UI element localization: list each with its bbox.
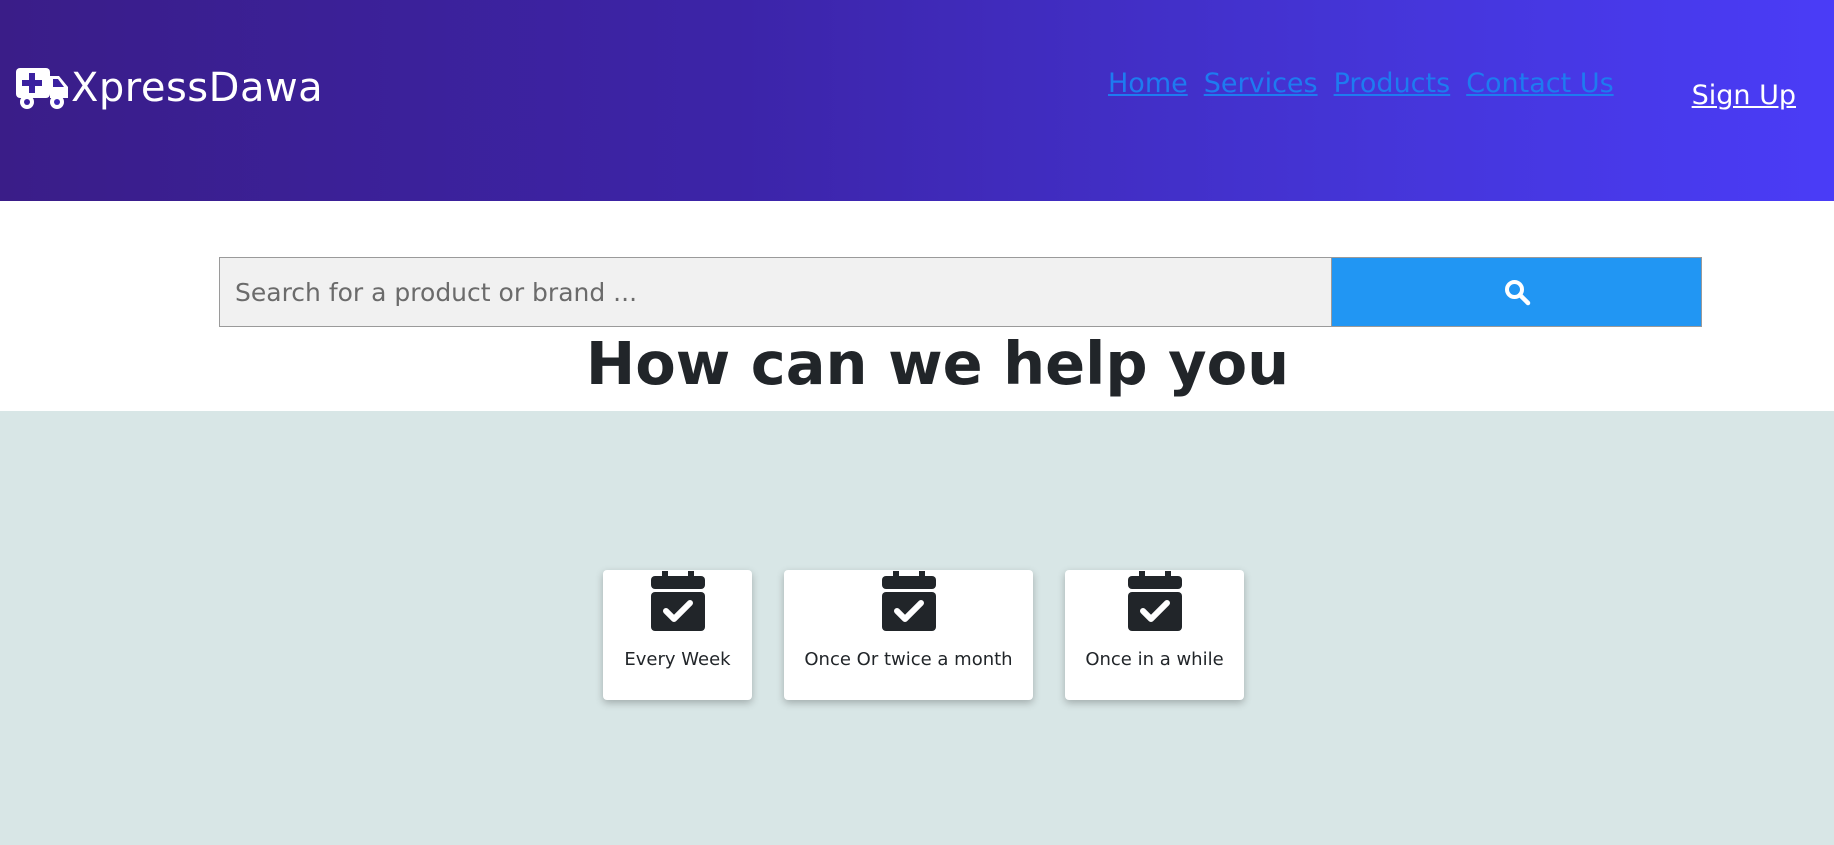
frequency-label: Every Week bbox=[624, 649, 731, 670]
calendar-check-icon bbox=[650, 571, 705, 631]
sign-up-link[interactable]: Sign Up bbox=[1692, 80, 1796, 111]
header: XpressDawa Home Services Products Contac… bbox=[0, 0, 1834, 201]
search-input[interactable] bbox=[219, 257, 1331, 327]
frequency-card-once-in-a-while[interactable]: Once in a while bbox=[1065, 570, 1244, 700]
frequency-label: Once in a while bbox=[1085, 649, 1224, 670]
page-headline: How can we help you bbox=[585, 329, 1290, 398]
nav-link-services[interactable]: Services bbox=[1204, 68, 1318, 99]
brand-name: XpressDawa bbox=[71, 65, 324, 111]
search-button[interactable] bbox=[1331, 257, 1702, 327]
frequency-card-every-week[interactable]: Every Week bbox=[603, 570, 752, 700]
nav-link-home[interactable]: Home bbox=[1108, 68, 1188, 99]
nav-link-products[interactable]: Products bbox=[1334, 68, 1451, 99]
calendar-check-icon bbox=[881, 571, 936, 631]
search-bar bbox=[219, 257, 1702, 327]
brand-logo[interactable]: XpressDawa bbox=[15, 64, 323, 112]
frequency-label: Once Or twice a month bbox=[804, 649, 1013, 670]
nav-link-contact-us[interactable]: Contact Us bbox=[1466, 68, 1613, 99]
calendar-check-icon bbox=[1127, 571, 1182, 631]
main-nav: Home Services Products Contact Us bbox=[1108, 68, 1614, 99]
frequency-card-once-or-twice-a-month[interactable]: Once Or twice a month bbox=[784, 570, 1033, 700]
search-icon bbox=[1504, 280, 1530, 306]
ambulance-icon bbox=[16, 68, 68, 109]
